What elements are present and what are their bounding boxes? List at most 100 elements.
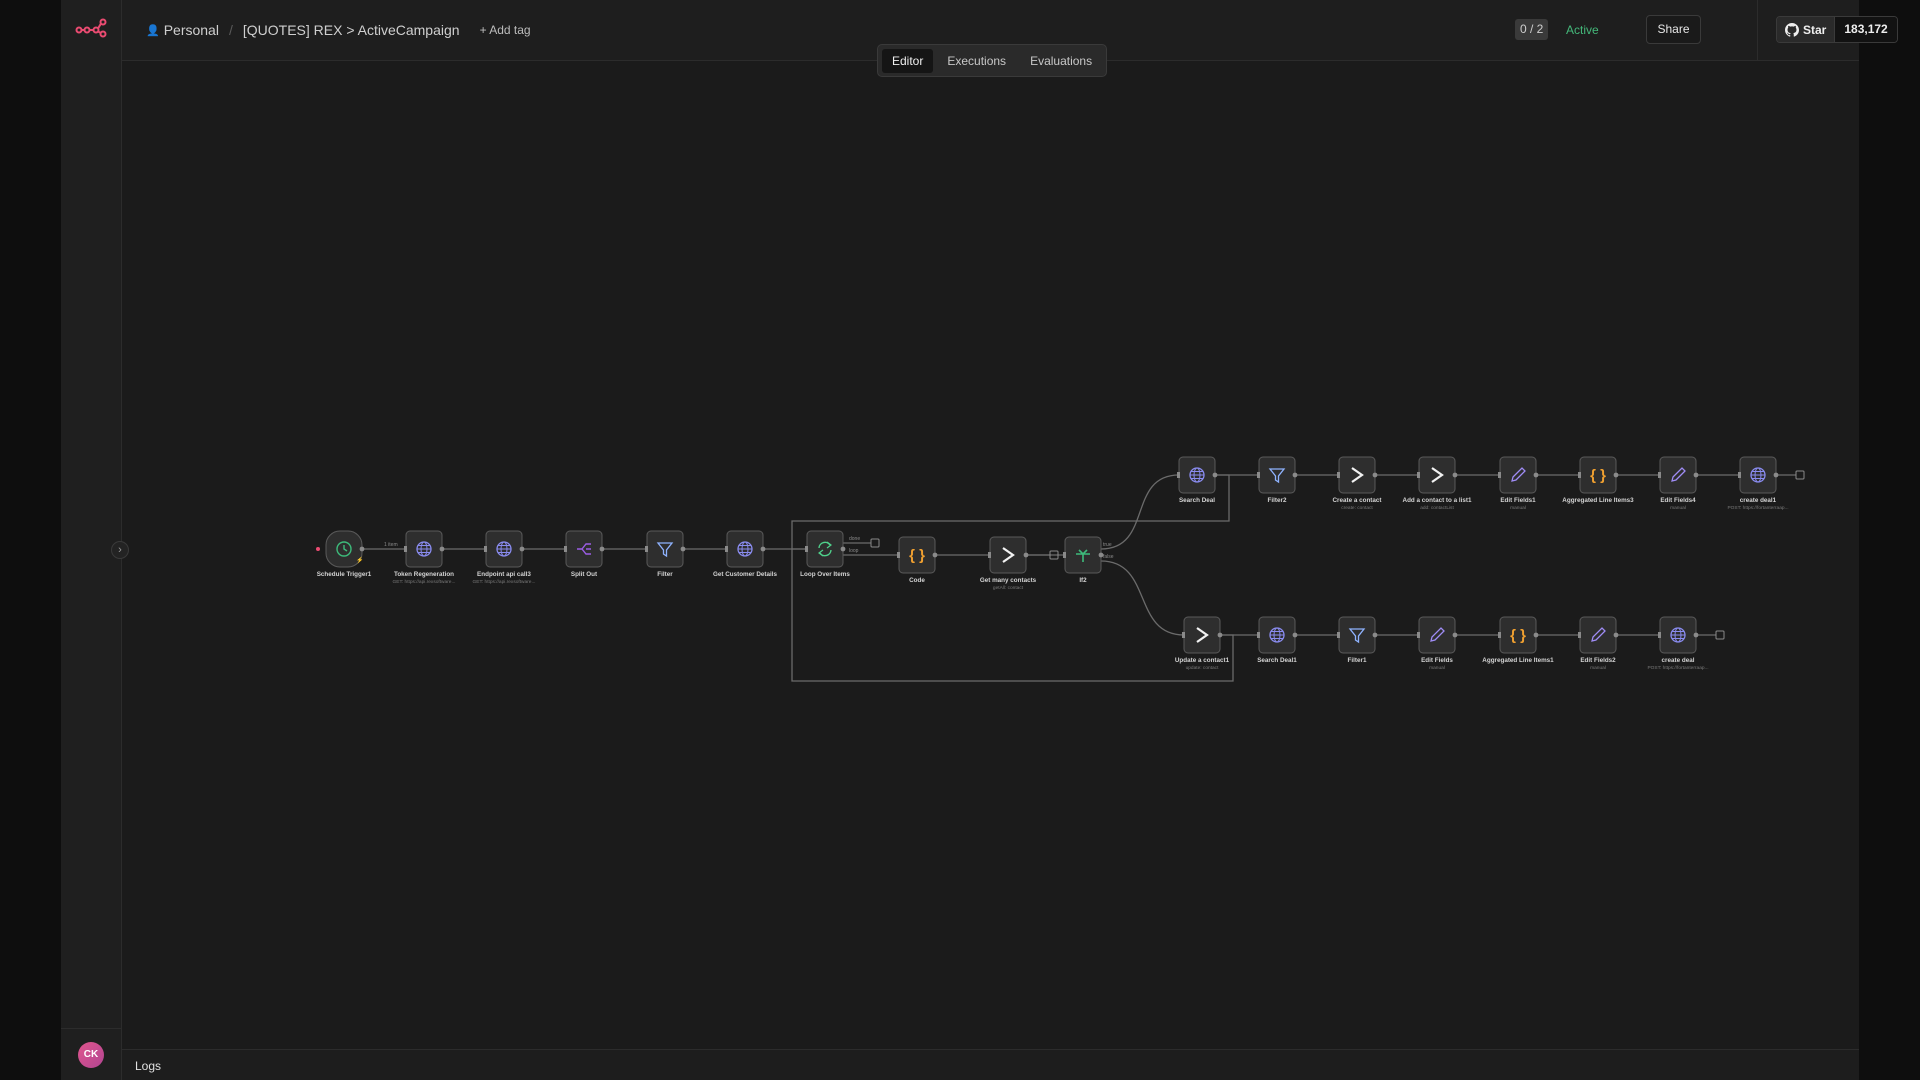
node-aggregated-line-items3[interactable]: { } Aggregated Line Items3 xyxy=(1562,456,1634,504)
sidebar-divider xyxy=(61,1028,122,1029)
node-edit-fields1[interactable]: Edit Fields1manual xyxy=(1498,456,1539,511)
output-handle xyxy=(439,546,445,552)
active-status-label[interactable]: Active xyxy=(1566,23,1599,37)
node-schedule-trigger[interactable]: ⚡ Schedule Trigger1 xyxy=(317,530,372,578)
node-box xyxy=(1579,616,1617,654)
output-handle xyxy=(840,546,846,552)
node-add-contact-to-list1[interactable]: Add a contact to a list1add: contactList xyxy=(1403,456,1472,511)
trigger-bolt-icon: ⚡ xyxy=(356,556,363,564)
version-badge[interactable]: 0 / 2 xyxy=(1515,19,1549,40)
sidebar-expand-chevron-icon[interactable]: › xyxy=(111,541,129,559)
project-link[interactable]: Personal xyxy=(164,22,219,38)
add-node-plus-icon xyxy=(1715,630,1725,640)
node-code[interactable]: { } Code xyxy=(897,536,938,584)
star-label: Star xyxy=(1803,22,1827,37)
tab-editor[interactable]: Editor xyxy=(882,48,934,73)
input-handle xyxy=(1498,472,1501,478)
output-handle xyxy=(1693,632,1699,638)
workflow-canvas[interactable]: 1 item done loop true false ⚡ Schedule Trigger… xyxy=(122,61,1859,1049)
logs-panel-bar[interactable]: Logs xyxy=(122,1049,1859,1080)
node-endpoint-api-call3[interactable]: Endpoint api call3GET: https://api.rexso… xyxy=(473,530,536,585)
node-box xyxy=(1338,616,1376,654)
workflow-graph[interactable]: 1 item done loop true false ⚡ Schedule Trigger… xyxy=(122,61,1859,1049)
output-handle xyxy=(1693,472,1699,478)
input-handle xyxy=(1738,472,1741,478)
add-node-plus-icon xyxy=(1795,470,1805,480)
node-search-deal[interactable]: Search Deal xyxy=(1177,456,1218,504)
input-handle xyxy=(805,546,808,552)
tab-evaluations[interactable]: Evaluations xyxy=(1020,49,1102,73)
input-handle xyxy=(484,546,487,552)
share-button[interactable]: Share xyxy=(1646,15,1701,44)
input-handle xyxy=(1182,632,1185,638)
github-star-button[interactable]: Star xyxy=(1777,17,1835,42)
node-create-deal1[interactable]: create deal1POST: https://fortanterraap.… xyxy=(1727,456,1789,511)
node-token-regeneration[interactable]: Token RegenerationGET: https://api.rexso… xyxy=(393,530,456,585)
node-filter[interactable]: Filter xyxy=(645,530,686,578)
node-box xyxy=(1258,456,1296,494)
node-label: Filter1 xyxy=(1348,657,1367,664)
edge-label: done xyxy=(849,536,860,542)
input-handle xyxy=(1337,632,1340,638)
add-tag-button[interactable]: + Add tag xyxy=(480,23,531,37)
output-handle xyxy=(1372,472,1378,478)
node-label: Create a contact xyxy=(1333,497,1383,504)
input-handle xyxy=(988,552,991,558)
logs-toggle[interactable]: Logs xyxy=(135,1059,161,1073)
node-box xyxy=(989,536,1027,574)
node-subtitle: update: contact xyxy=(1186,665,1219,671)
node-label: Get many contacts xyxy=(980,577,1037,584)
node-subtitle: manual xyxy=(1510,505,1526,511)
workflow-name[interactable]: [QUOTES] REX > ActiveCampaign xyxy=(243,22,460,38)
star-count[interactable]: 183,172 xyxy=(1834,17,1897,42)
user-avatar[interactable]: CK xyxy=(78,1042,104,1068)
node-subtitle: manual xyxy=(1670,505,1686,511)
node-update-a-contact1[interactable]: Update a contact1update: contact xyxy=(1175,616,1230,671)
output-handle xyxy=(1613,472,1619,478)
node-if2[interactable]: If2 xyxy=(1063,536,1104,584)
output-handle xyxy=(1212,472,1218,478)
github-star-group: Star 183,172 xyxy=(1776,16,1898,43)
node-filter1[interactable]: Filter1 xyxy=(1337,616,1378,664)
node-search-deal1[interactable]: Search Deal1 xyxy=(1257,616,1298,664)
output-handle xyxy=(1098,552,1104,558)
output-handle xyxy=(1773,472,1779,478)
input-handle xyxy=(1337,472,1340,478)
node-label: Edit Fields xyxy=(1421,657,1453,664)
node-label: Aggregated Line Items1 xyxy=(1482,657,1554,664)
node-create-deal[interactable]: create dealPOST: https://fortanterraap..… xyxy=(1647,616,1709,671)
input-handle xyxy=(1257,632,1260,638)
output-handle xyxy=(1292,472,1298,478)
node-edit-fields2[interactable]: Edit Fields2manual xyxy=(1578,616,1619,671)
output-handle xyxy=(1452,472,1458,478)
input-handle xyxy=(404,546,407,552)
output-handle xyxy=(760,546,766,552)
node-label: Edit Fields2 xyxy=(1580,657,1616,664)
input-handle xyxy=(1658,472,1661,478)
node-label: Filter xyxy=(657,571,673,578)
header-divider xyxy=(1757,0,1758,61)
n8n-logo-icon[interactable] xyxy=(75,17,107,39)
node-loop-over-items[interactable]: Loop Over Items xyxy=(800,530,850,578)
input-handle xyxy=(1417,632,1420,638)
node-filter2[interactable]: Filter2 xyxy=(1257,456,1298,504)
input-handle xyxy=(897,552,900,558)
output-handle xyxy=(1533,632,1539,638)
input-handle xyxy=(1658,632,1661,638)
node-aggregated-line-items1[interactable]: { } Aggregated Line Items1 xyxy=(1482,616,1554,664)
node-label: Search Deal1 xyxy=(1257,657,1297,664)
input-handle xyxy=(645,546,648,552)
user-icon: 👤 xyxy=(146,24,160,37)
node-split-out[interactable]: Split Out xyxy=(564,530,605,578)
node-create-a-contact[interactable]: Create a contactcreate: contact xyxy=(1333,456,1383,511)
tab-executions[interactable]: Executions xyxy=(937,49,1016,73)
node-edit-fields4[interactable]: Edit Fields4manual xyxy=(1658,456,1699,511)
node-label: Update a contact1 xyxy=(1175,657,1230,664)
node-box xyxy=(646,530,684,568)
node-label: create deal xyxy=(1662,657,1695,664)
node-get-customer-details[interactable]: Get Customer Details xyxy=(713,530,778,578)
breadcrumb-separator: / xyxy=(228,22,233,38)
input-handle xyxy=(1257,472,1260,478)
node-edit-fields[interactable]: Edit Fieldsmanual xyxy=(1417,616,1458,671)
node-get-many-contacts[interactable]: Get many contactsgetAll: contact xyxy=(980,536,1037,591)
